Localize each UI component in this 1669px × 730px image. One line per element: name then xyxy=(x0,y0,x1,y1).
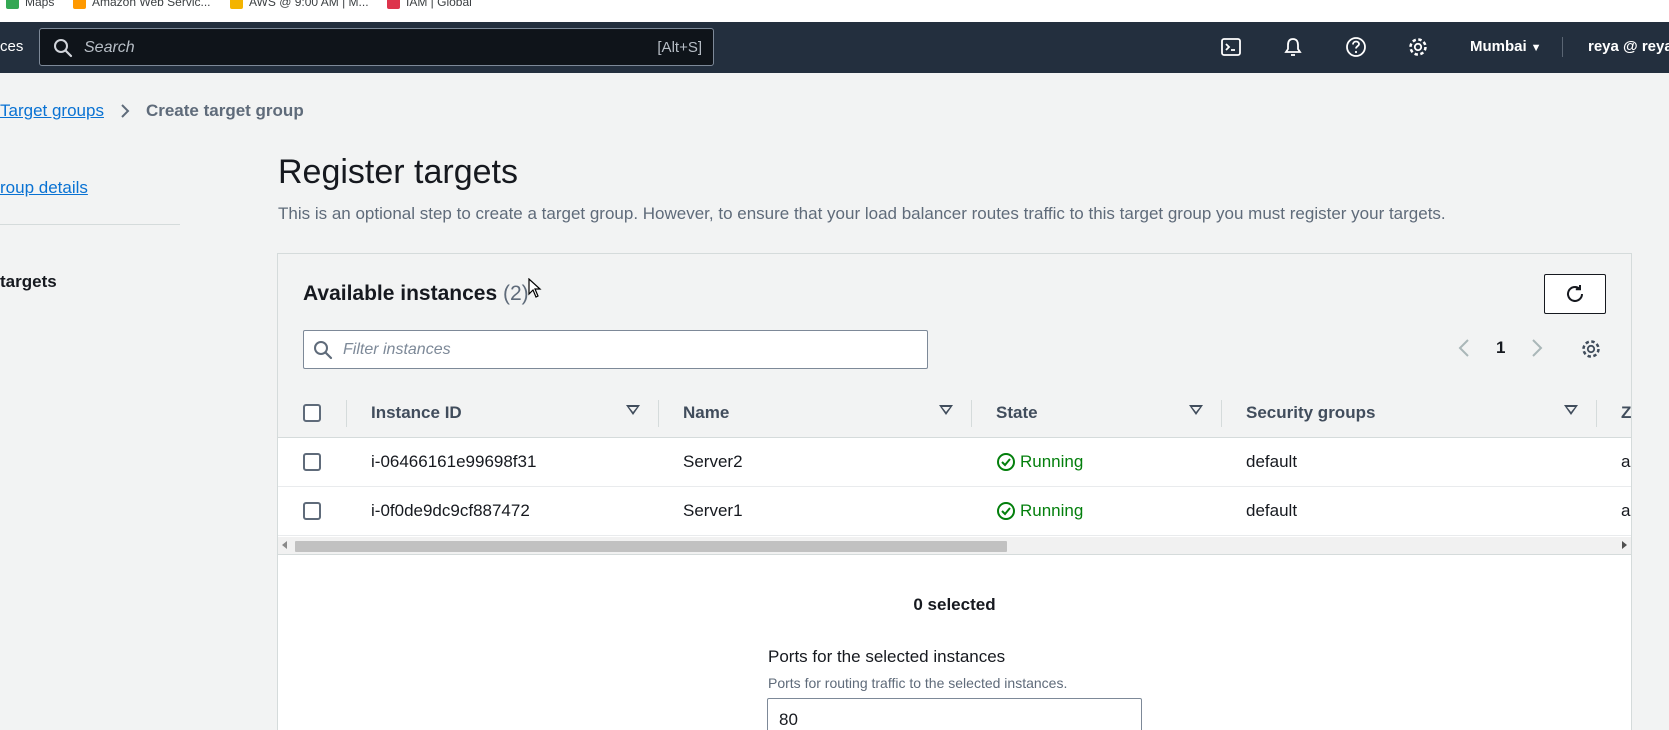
column-divider[interactable] xyxy=(1596,400,1597,427)
column-divider[interactable] xyxy=(971,400,972,427)
search-icon xyxy=(314,341,333,360)
settings-icon[interactable] xyxy=(1407,36,1429,58)
column-divider xyxy=(346,400,347,427)
row-checkbox[interactable] xyxy=(303,502,321,520)
name-cell: Server1 xyxy=(683,501,743,520)
selected-count: 0 selected xyxy=(913,595,996,614)
state-cell: Running xyxy=(996,452,1083,472)
aws-icon xyxy=(73,0,86,9)
bookmarks-bar: Maps Amazon Web Servic... AWS @ 9:00 AM … xyxy=(0,0,1669,22)
chevron-right-icon xyxy=(121,104,130,118)
maps-icon xyxy=(6,0,19,9)
region-selector[interactable]: Mumbai ▼ xyxy=(1470,38,1542,55)
step-divider xyxy=(0,224,180,225)
table-preferences-icon[interactable] xyxy=(1580,338,1602,360)
calendar-icon xyxy=(230,0,243,9)
breadcrumb-current: Create target group xyxy=(145,101,304,120)
bookmark-maps[interactable]: Maps xyxy=(6,0,54,9)
sort-icon[interactable] xyxy=(1564,405,1578,415)
name-cell: Server2 xyxy=(683,452,743,471)
select-all-checkbox[interactable] xyxy=(303,404,321,422)
ports-label: Ports for the selected instances xyxy=(768,647,1006,666)
iam-icon xyxy=(387,0,400,9)
chevron-right-icon[interactable] xyxy=(1531,338,1543,358)
page-description: This is an optional step to create a tar… xyxy=(278,204,1446,223)
table-row[interactable]: i-0f0de9dc9cf887472 Server1 Running defa… xyxy=(278,487,1631,536)
zone-cell: a xyxy=(1621,452,1631,471)
chevron-left-icon[interactable] xyxy=(1458,338,1470,358)
breadcrumb-target-groups[interactable]: Target groups xyxy=(0,101,104,121)
sort-icon[interactable] xyxy=(939,405,953,415)
instance-id-cell: i-06466161e99698f31 xyxy=(371,452,537,471)
panel-header: Available instances (2) Filter instances… xyxy=(278,254,1631,389)
scrollbar-thumb[interactable] xyxy=(295,541,1007,552)
search-placeholder: Search xyxy=(84,39,135,56)
step-link-group-details[interactable]: roup details xyxy=(0,178,88,198)
column-divider[interactable] xyxy=(1221,400,1222,427)
nav-divider xyxy=(1562,37,1563,57)
available-instances-title: Available instances (2) xyxy=(303,282,529,305)
refresh-icon xyxy=(1567,285,1583,302)
bookmark-iam[interactable]: IAM | Global xyxy=(387,0,472,9)
bookmark-aws[interactable]: Amazon Web Servic... xyxy=(73,0,211,9)
zone-cell: a xyxy=(1621,501,1631,520)
horizontal-scrollbar[interactable] xyxy=(278,537,1631,555)
mouse-cursor-icon xyxy=(528,278,542,298)
caret-down-icon: ▼ xyxy=(1530,42,1542,54)
filter-placeholder: Filter instances xyxy=(343,341,451,358)
refresh-button[interactable] xyxy=(1544,274,1606,314)
search-input[interactable]: Search [Alt+S] xyxy=(39,28,714,66)
sort-icon[interactable] xyxy=(626,405,640,415)
search-shortcut: [Alt+S] xyxy=(657,39,702,56)
top-nav: ces Search [Alt+S] Mumbai ▼ reya @ reya xyxy=(0,22,1669,73)
page-number[interactable]: 1 xyxy=(1496,338,1505,358)
sort-icon[interactable] xyxy=(1189,405,1203,415)
step-register-targets: targets xyxy=(0,272,57,291)
ports-description: Ports for routing traffic to the selecte… xyxy=(768,675,1068,691)
help-icon[interactable] xyxy=(1345,36,1367,58)
security-groups-cell: default xyxy=(1246,501,1298,520)
cloudshell-icon[interactable] xyxy=(1220,36,1242,58)
column-instance-id[interactable]: Instance ID xyxy=(371,403,462,423)
column-name[interactable]: Name xyxy=(683,403,729,423)
search-icon xyxy=(54,39,73,58)
scroll-left-icon[interactable] xyxy=(282,541,287,549)
check-circle-icon xyxy=(997,502,1015,520)
bookmark-aws-meeting[interactable]: AWS @ 9:00 AM | M... xyxy=(230,0,369,9)
instance-count: (2) xyxy=(503,282,529,305)
scroll-right-icon[interactable] xyxy=(1622,541,1627,549)
column-state[interactable]: State xyxy=(996,403,1038,423)
table-row[interactable]: i-06466161e99698f31 Server2 Running defa… xyxy=(278,438,1631,487)
column-zone[interactable]: Z xyxy=(1621,403,1632,423)
filter-instances-input[interactable]: Filter instances xyxy=(303,330,928,369)
services-menu[interactable]: ces xyxy=(0,38,23,55)
table-header: Instance ID Name State Security groups Z xyxy=(278,389,1631,438)
state-cell: Running xyxy=(996,501,1083,521)
column-divider[interactable] xyxy=(658,400,659,427)
check-circle-icon xyxy=(997,453,1015,471)
account-menu[interactable]: reya @ reya xyxy=(1588,38,1669,55)
breadcrumb: Target groups Create target group xyxy=(0,101,304,121)
instance-id-cell: i-0f0de9dc9cf887472 xyxy=(371,501,530,520)
ports-input[interactable]: 80 xyxy=(767,698,1142,730)
row-checkbox[interactable] xyxy=(303,453,321,471)
available-instances-panel: Available instances (2) Filter instances… xyxy=(277,253,1632,730)
column-security-groups[interactable]: Security groups xyxy=(1246,403,1375,423)
bell-icon[interactable] xyxy=(1282,36,1304,58)
pagination: 1 xyxy=(1458,338,1543,358)
page-title: Register targets xyxy=(278,153,518,191)
security-groups-cell: default xyxy=(1246,452,1298,471)
